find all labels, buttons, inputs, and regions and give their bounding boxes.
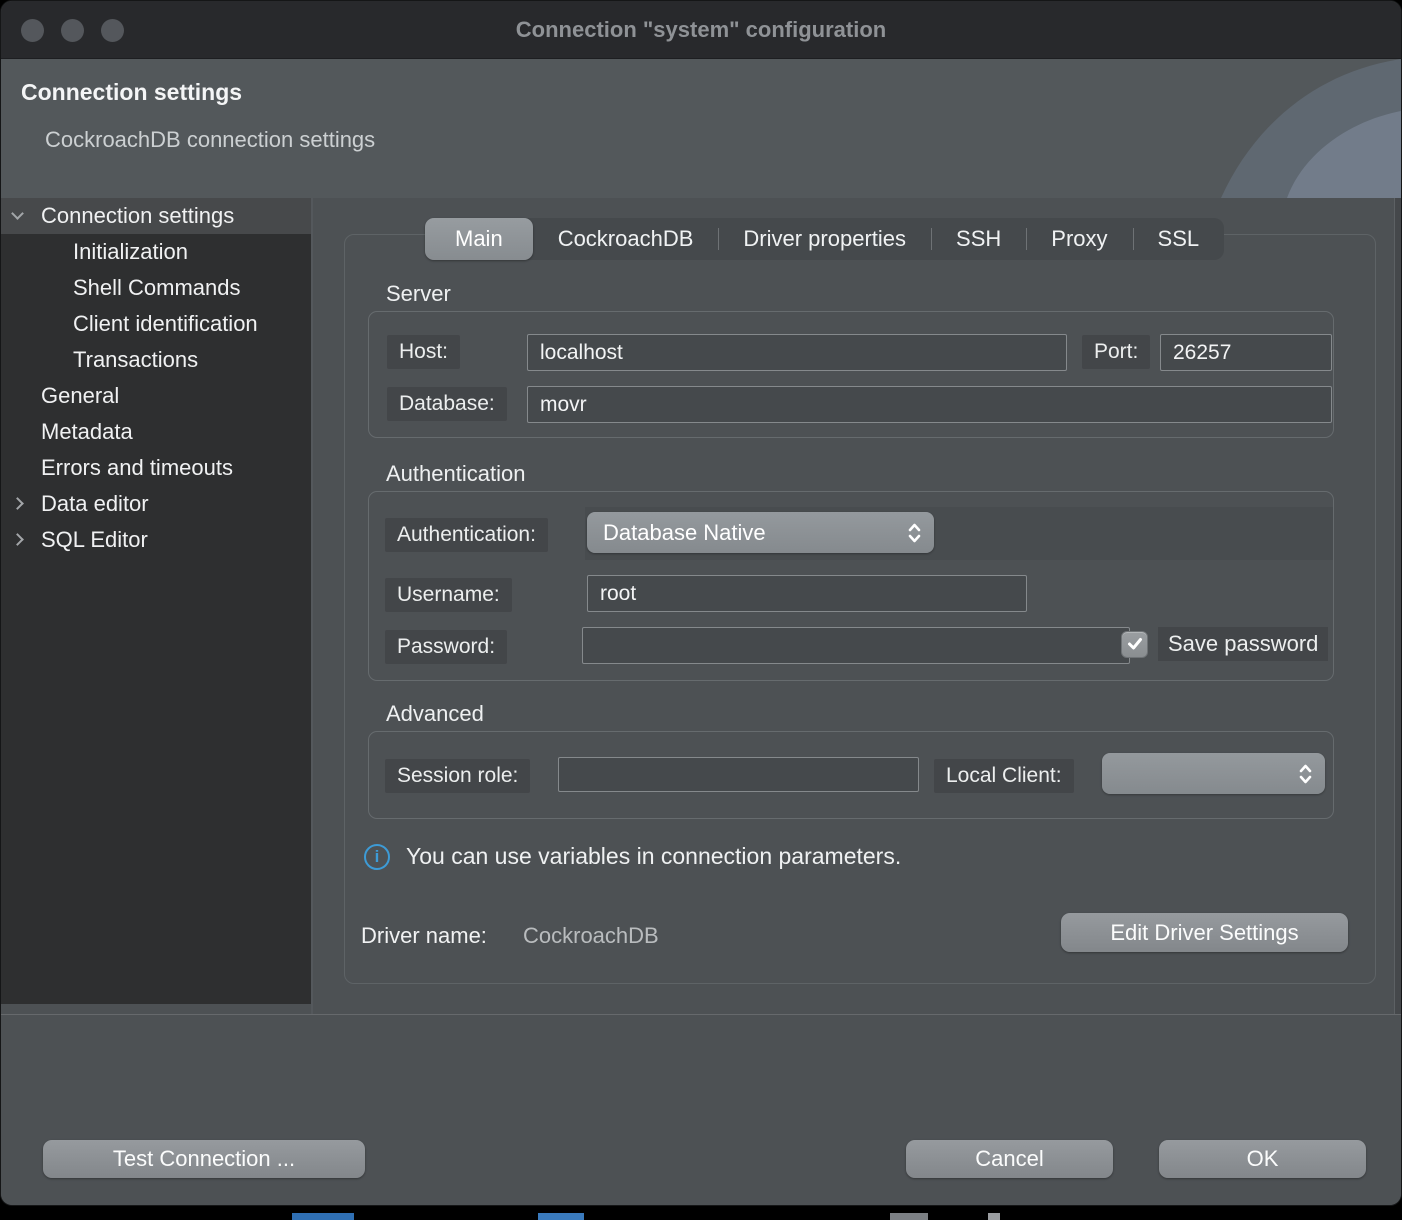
tree-item[interactable]: Transactions — [1, 342, 311, 378]
tree-item-label: Connection settings — [41, 198, 234, 234]
save-password-row: Save password — [1121, 627, 1333, 661]
host-input[interactable] — [527, 334, 1067, 371]
info-icon: i — [364, 844, 390, 870]
content-edge — [1394, 198, 1402, 1014]
tree-item-label: Initialization — [73, 234, 188, 270]
title-bar[interactable]: Connection "system" configuration — [1, 1, 1401, 59]
ok-button[interactable]: OK — [1159, 1140, 1366, 1178]
page-title: Connection settings — [21, 79, 242, 106]
tab[interactable]: SSL — [1133, 218, 1225, 260]
server-group: Host: Port: Database: — [368, 311, 1334, 438]
decorative-corner-art — [1191, 59, 1401, 198]
tree-item[interactable]: Shell Commands — [1, 270, 311, 306]
username-label: Username: — [385, 578, 512, 612]
dock-sliver — [890, 1213, 928, 1220]
tree-chevron-icon[interactable] — [11, 497, 24, 510]
dock-sliver — [292, 1213, 354, 1220]
tab[interactable]: Main — [425, 218, 533, 260]
tab[interactable]: CockroachDB — [533, 218, 719, 260]
server-group-title: Server — [386, 281, 451, 307]
cancel-button[interactable]: Cancel — [906, 1140, 1113, 1178]
page-subtitle: CockroachDB connection settings — [45, 127, 375, 153]
host-label: Host: — [387, 335, 460, 369]
window-title: Connection "system" configuration — [1, 1, 1401, 59]
updown-chevron-icon — [907, 521, 922, 545]
session-role-label: Session role: — [385, 759, 530, 793]
database-input[interactable] — [527, 386, 1332, 423]
tree-item[interactable]: Metadata — [1, 414, 311, 450]
tab[interactable]: Driver properties — [718, 218, 931, 260]
tree-item[interactable]: SQL Editor — [1, 522, 311, 558]
tab[interactable]: Proxy — [1026, 218, 1132, 260]
tree-item-label: Metadata — [41, 414, 133, 450]
dialog-footer: Test Connection ... Cancel OK — [1, 1014, 1402, 1206]
driver-name-value: CockroachDB — [523, 923, 659, 949]
tree-chevron-icon[interactable] — [11, 533, 24, 546]
tab-label: Main — [455, 226, 503, 252]
tree-item-label: Errors and timeouts — [41, 450, 233, 486]
tree-item-label: General — [41, 378, 119, 414]
settings-content: Main CockroachDB Driver properties SSH P… — [311, 198, 1402, 1014]
info-row: i You can use variables in connection pa… — [364, 843, 901, 870]
tree-item[interactable]: Initialization — [1, 234, 311, 270]
authentication-group-title: Authentication — [386, 461, 525, 487]
updown-chevron-icon — [1298, 762, 1313, 786]
tab-label: CockroachDB — [558, 226, 694, 252]
authentication-group: Authentication: Database Native Username… — [368, 491, 1334, 681]
database-label: Database: — [387, 387, 507, 421]
tree-item[interactable]: Client identification — [1, 306, 311, 342]
tree-item-label: Client identification — [73, 306, 258, 342]
tree-item-label: SQL Editor — [41, 522, 148, 558]
tree-item[interactable]: General — [1, 378, 311, 414]
dock-sliver — [988, 1213, 1000, 1220]
tree-item[interactable]: Errors and timeouts — [1, 450, 311, 486]
edit-driver-settings-button[interactable]: Edit Driver Settings — [1061, 913, 1348, 952]
authentication-label: Authentication: — [385, 518, 548, 552]
tab-label: Driver properties — [743, 226, 906, 252]
session-role-input[interactable] — [558, 757, 919, 792]
tree-item-label: Shell Commands — [73, 270, 241, 306]
driver-name-label: Driver name: — [361, 923, 487, 949]
dock-sliver — [538, 1213, 584, 1220]
save-password-checkbox[interactable] — [1121, 631, 1148, 658]
tab-label: SSH — [956, 226, 1001, 252]
advanced-group: Session role: Local Client: — [368, 731, 1334, 819]
port-input[interactable] — [1160, 334, 1332, 371]
tree-item[interactable]: Data editor — [1, 486, 311, 522]
username-input[interactable] — [587, 575, 1027, 612]
authentication-dropdown-value: Database Native — [603, 520, 766, 546]
test-connection-button[interactable]: Test Connection ... — [43, 1140, 365, 1178]
settings-tree: Connection settings Initialization Shell… — [1, 198, 311, 1004]
connection-tabs: Main CockroachDB Driver properties SSH P… — [425, 218, 1224, 260]
dialog-header: Connection settings CockroachDB connecti… — [1, 59, 1401, 198]
save-password-label: Save password — [1158, 627, 1328, 661]
port-label: Port: — [1082, 335, 1150, 369]
check-icon — [1127, 637, 1143, 651]
local-client-label: Local Client: — [934, 759, 1074, 793]
password-label: Password: — [385, 630, 507, 664]
tab-label: SSL — [1158, 226, 1200, 252]
password-input[interactable] — [582, 627, 1130, 664]
screen: Connection "system" configuration Connec… — [0, 0, 1402, 1220]
local-client-dropdown[interactable] — [1102, 753, 1325, 794]
tab[interactable]: SSH — [931, 218, 1026, 260]
tree-item[interactable]: Connection settings — [1, 198, 311, 234]
tree-chevron-icon[interactable] — [11, 207, 24, 220]
tree-item-label: Data editor — [41, 486, 149, 522]
tab-label: Proxy — [1051, 226, 1107, 252]
info-text: You can use variables in connection para… — [406, 843, 901, 870]
advanced-group-title: Advanced — [386, 701, 484, 727]
authentication-dropdown[interactable]: Database Native — [587, 512, 934, 553]
dialog-body: Connection settings Initialization Shell… — [1, 198, 1402, 1014]
tree-item-label: Transactions — [73, 342, 198, 378]
connection-configuration-dialog: Connection "system" configuration Connec… — [0, 0, 1402, 1206]
